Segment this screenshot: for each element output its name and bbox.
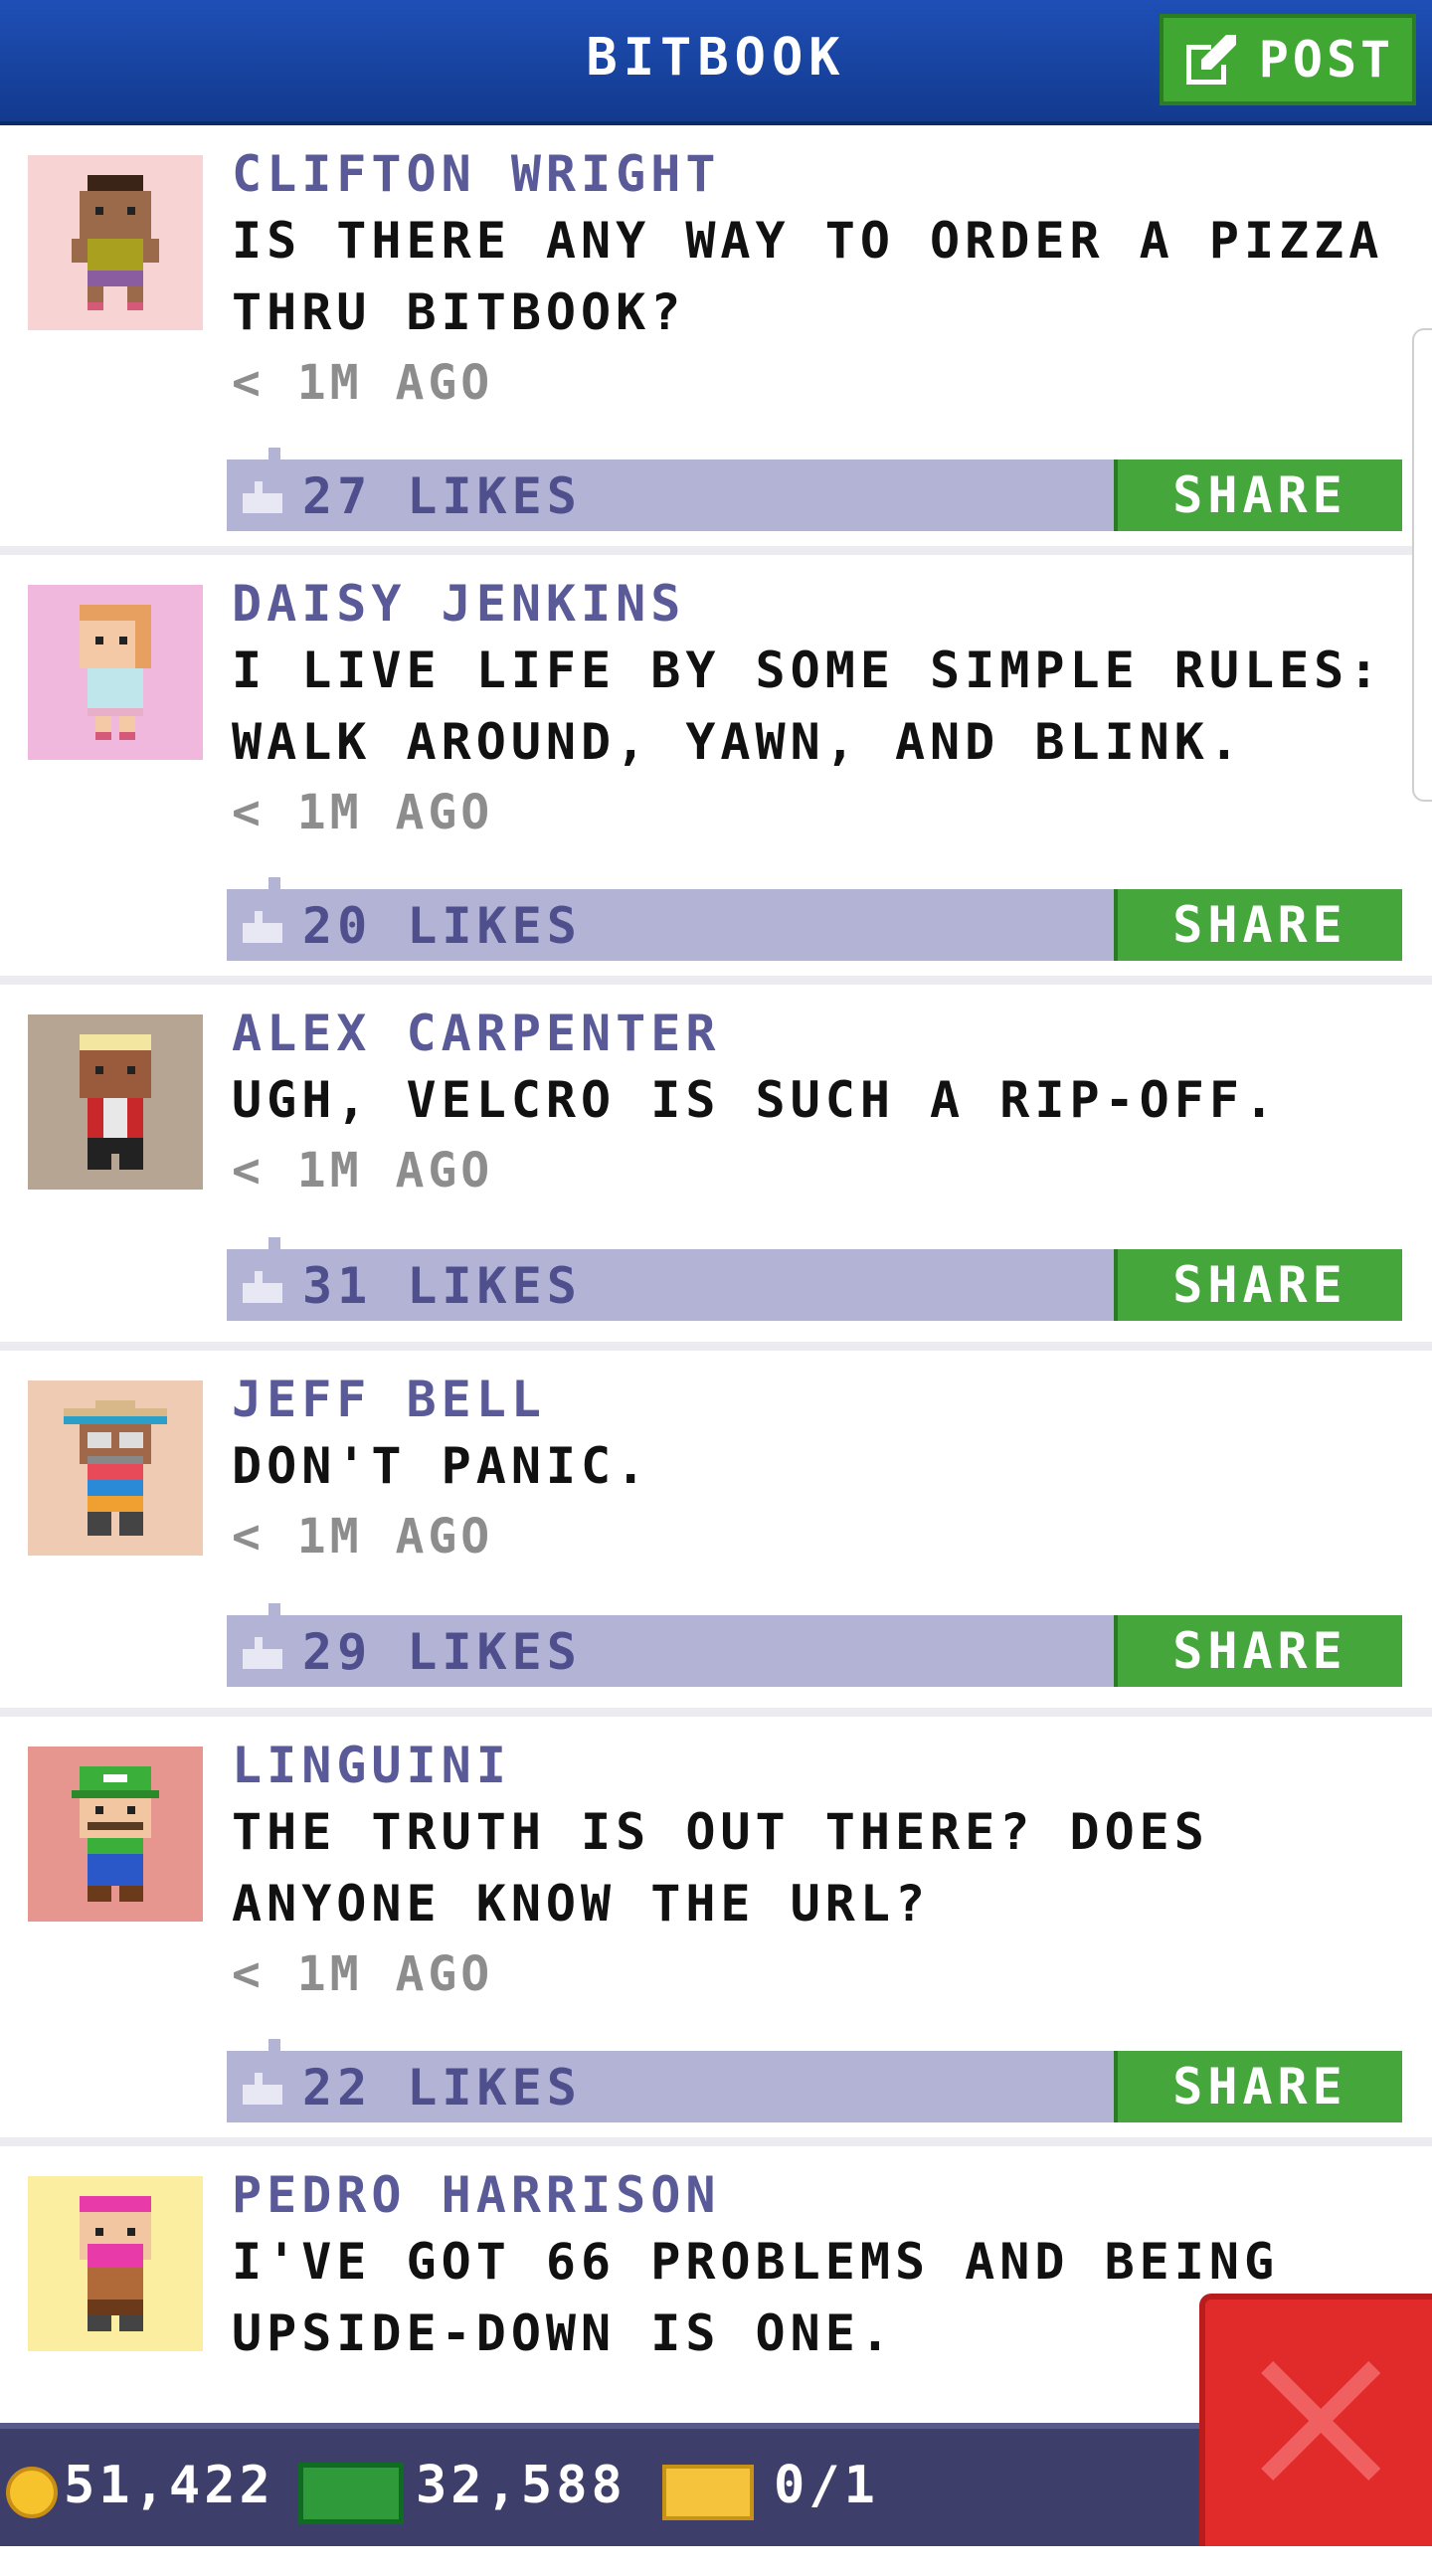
post-button[interactable]: POST: [1160, 14, 1416, 105]
post-message: UGH, VELCRO IS SUCH A RIP-OFF.: [232, 1071, 1280, 1129]
post-message: DON'T PANIC.: [232, 1437, 651, 1495]
character-avatar-icon: [64, 1400, 167, 1536]
like-bar: 29 LIKES SHARE: [227, 1603, 1402, 1687]
coin-count: 51,422: [64, 2456, 274, 2515]
feed-post: JEFF BELL DON'T PANIC. < 1M AGO 29 LIKES…: [0, 1351, 1432, 1717]
like-count[interactable]: 22 LIKES: [302, 2057, 582, 2118]
share-button[interactable]: SHARE: [1114, 2051, 1402, 2122]
feed-post: ALEX CARPENTER UGH, VELCRO IS SUCH A RIP…: [0, 985, 1432, 1351]
feed: CLIFTON WRIGHT IS THERE ANY WAY TO ORDER…: [0, 125, 1432, 2576]
cash-icon: [298, 2463, 404, 2524]
avatar: [28, 2176, 203, 2351]
avatar: [28, 1380, 203, 1556]
post-author[interactable]: DAISY JENKINS: [232, 573, 1412, 635]
character-avatar-icon: [72, 175, 159, 310]
like-count[interactable]: 31 LIKES: [302, 1255, 582, 1317]
edit-square-icon: [1185, 35, 1236, 85]
avatar: [28, 1747, 203, 1922]
post-time: < 1M AGO: [232, 1946, 494, 2002]
close-button[interactable]: [1199, 2294, 1432, 2546]
post-time: < 1M AGO: [232, 785, 494, 840]
feed-post: DAISY JENKINS I LIVE LIFE BY SOME SIMPLE…: [0, 555, 1432, 985]
character-avatar-icon: [80, 605, 151, 740]
avatar: [28, 155, 203, 330]
app-header: BITBOOK POST: [0, 0, 1432, 125]
thumbs-up-icon: [243, 2073, 282, 2105]
ticket-icon: [662, 2465, 754, 2520]
post-time: < 1M AGO: [232, 1143, 494, 1198]
character-avatar-icon: [80, 2196, 151, 2331]
post-message: THE TRUTH IS OUT THERE? DOES ANYONE KNOW…: [232, 1803, 1209, 1932]
character-avatar-icon: [80, 1034, 151, 1170]
avatar: [28, 1014, 203, 1190]
share-button[interactable]: SHARE: [1114, 1615, 1402, 1687]
like-bar: 20 LIKES SHARE: [227, 877, 1402, 961]
post-button-label: POST: [1258, 31, 1395, 89]
character-avatar-icon: [72, 1766, 159, 1902]
post-time: < 1M AGO: [232, 355, 494, 411]
post-author[interactable]: CLIFTON WRIGHT: [232, 143, 1412, 205]
post-message: I LIVE LIFE BY SOME SIMPLE RULES: WALK A…: [232, 642, 1384, 771]
thumbs-up-icon: [243, 911, 282, 943]
share-button[interactable]: SHARE: [1114, 889, 1402, 961]
thumbs-up-icon: [243, 481, 282, 513]
like-bar: 22 LIKES SHARE: [227, 2039, 1402, 2122]
feed-post: LINGUINI THE TRUTH IS OUT THERE? DOES AN…: [0, 1717, 1432, 2146]
share-button[interactable]: SHARE: [1114, 460, 1402, 531]
scrollbar[interactable]: [1412, 328, 1432, 802]
post-message: IS THERE ANY WAY TO ORDER A PIZZA THRU B…: [232, 212, 1384, 341]
ticket-count: 0/1: [774, 2456, 879, 2515]
like-bar: 31 LIKES SHARE: [227, 1237, 1402, 1321]
post-author[interactable]: ALEX CARPENTER: [232, 1003, 1412, 1064]
post-author[interactable]: JEFF BELL: [232, 1369, 1412, 1430]
share-button[interactable]: SHARE: [1114, 1249, 1402, 1321]
thumbs-up-icon: [243, 1271, 282, 1303]
post-time: < 1M AGO: [232, 1509, 494, 1564]
close-x-icon: [1261, 2361, 1380, 2481]
cash-count: 32,588: [416, 2456, 626, 2515]
post-author[interactable]: LINGUINI: [232, 1735, 1412, 1796]
like-count[interactable]: 27 LIKES: [302, 465, 582, 527]
like-bar: 27 LIKES SHARE: [227, 448, 1402, 531]
avatar: [28, 585, 203, 760]
like-count[interactable]: 20 LIKES: [302, 895, 582, 957]
like-count[interactable]: 29 LIKES: [302, 1621, 582, 1683]
thumbs-up-icon: [243, 1637, 282, 1669]
coin-icon: [6, 2467, 58, 2518]
post-author[interactable]: PEDRO HARRISON: [232, 2164, 1412, 2226]
feed-post: CLIFTON WRIGHT IS THERE ANY WAY TO ORDER…: [0, 125, 1432, 555]
